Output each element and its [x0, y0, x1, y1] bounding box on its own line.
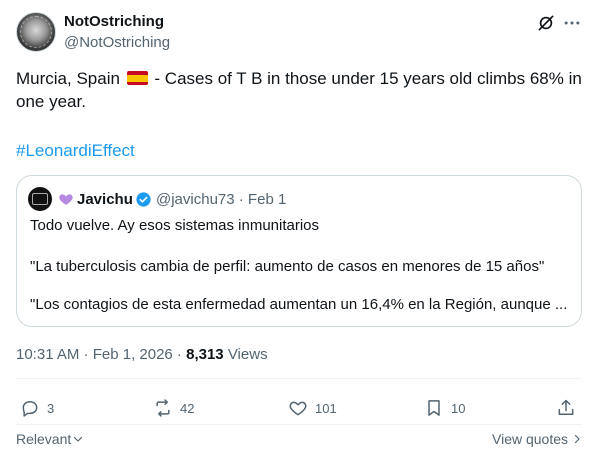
post-text-part1: Murcia, Spain [16, 69, 120, 88]
heart-icon [289, 401, 307, 416]
share-button[interactable] [556, 397, 583, 419]
like-button[interactable]: 101 [288, 397, 337, 419]
view-quotes-label: View quotes [492, 431, 569, 447]
quoted-text-line-3: "Los contagios de esta enfermedad aument… [30, 296, 568, 313]
more-options-icon[interactable] [561, 12, 583, 34]
post-text: Murcia, Spain - Cases of T B in those un… [16, 67, 582, 113]
repost-icon [156, 399, 170, 417]
quoted-author-avatar [28, 187, 52, 211]
reply-count: 3 [47, 400, 55, 416]
post-meta: 10:31 AM · Feb 1, 2026 · 8,313 Views [16, 346, 268, 363]
quoted-display-name: Javichu [77, 191, 133, 208]
like-count: 101 [315, 400, 337, 416]
reply-icon [22, 401, 38, 417]
chevron-down-icon [74, 436, 83, 442]
share-icon [558, 399, 574, 415]
views-count: 8,313 [186, 346, 224, 363]
quoted-handle-date: @javichu73 · Feb 1 [156, 191, 287, 208]
author-display-name[interactable]: NotOstriching [64, 13, 164, 30]
bookmark-count: 10 [451, 400, 466, 416]
bookmark-icon [428, 400, 440, 416]
chevron-right-icon [574, 434, 580, 444]
sort-label: Relevant [16, 431, 72, 447]
repost-count: 42 [180, 400, 195, 416]
bookmark-button[interactable]: 10 [424, 397, 465, 419]
divider-top [16, 378, 582, 379]
divider-bottom [16, 424, 582, 425]
quoted-text-line-2: "La tuberculosis cambia de perfil: aumen… [30, 258, 545, 275]
spain-flag-icon [126, 71, 148, 85]
verified-badge-icon [136, 192, 151, 207]
view-quotes-link[interactable]: View quotes [492, 431, 583, 447]
grok-icon[interactable] [535, 12, 557, 34]
hashtag-link[interactable]: #LeonardiEffect [16, 141, 135, 161]
repost-button[interactable]: 42 [153, 397, 194, 419]
reply-button[interactable]: 3 [20, 397, 54, 419]
author-handle[interactable]: @NotOstriching [64, 34, 170, 51]
sort-replies-dropdown[interactable]: Relevant [16, 431, 84, 447]
views-label: Views [227, 346, 268, 363]
post-timestamp[interactable]: 10:31 AM · Feb 1, 2026 · [16, 346, 182, 363]
purple-heart-icon [59, 194, 73, 205]
author-avatar[interactable] [16, 12, 56, 52]
quoted-text-line-1: Todo vuelve. Ay esos sistemas inmunitari… [30, 217, 320, 234]
